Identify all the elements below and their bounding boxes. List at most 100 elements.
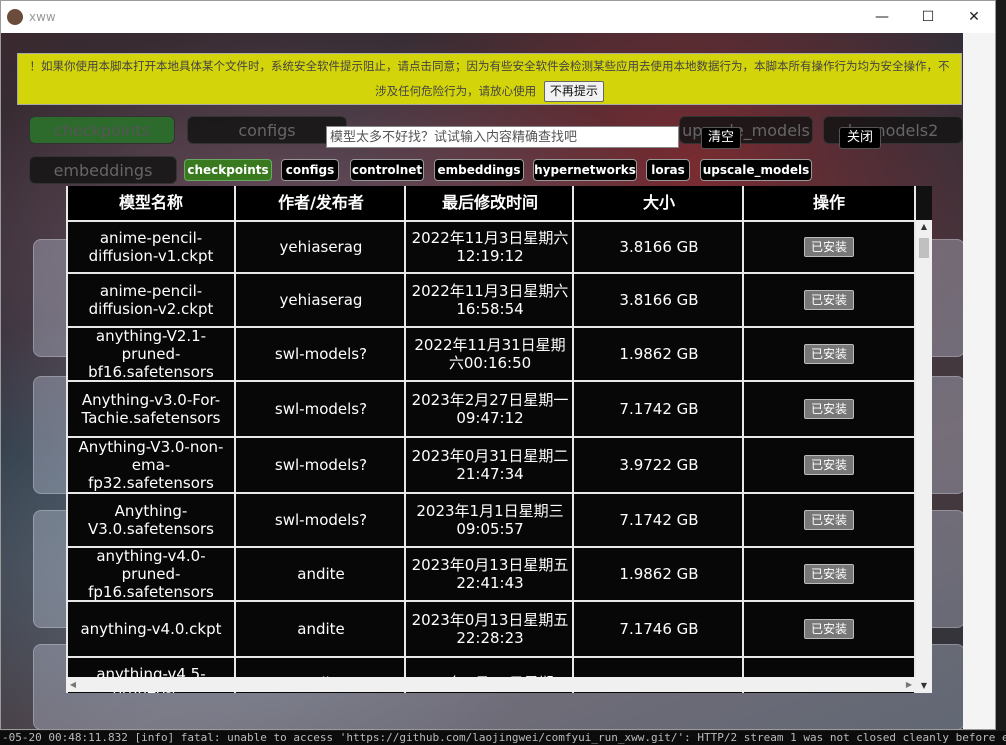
cell-author-text: swl-models? bbox=[274, 511, 368, 529]
cell-action: 已安装 bbox=[744, 602, 914, 656]
header-modified: 最后修改时间 bbox=[441, 193, 538, 212]
cell-model-name: anything-v4.0-pruned-fp16.safetensors bbox=[66, 547, 236, 601]
row-divider bbox=[66, 492, 916, 494]
table-row: anything-v4.0-pruned-fp16.safetensors and… bbox=[66, 547, 916, 601]
cell-modified-text: 2022年11月3日星期六12:19:12 bbox=[411, 229, 569, 265]
cell-model-name-text: Anything-V3.0.safetensors bbox=[88, 502, 214, 538]
scroll-down-icon[interactable]: ▼ bbox=[916, 679, 932, 693]
row-divider bbox=[66, 436, 916, 438]
installed-button[interactable]: 已安装 bbox=[803, 237, 854, 257]
tag-configs[interactable]: configs bbox=[281, 159, 339, 181]
installed-button[interactable]: 已安装 bbox=[803, 510, 854, 530]
scroll-up-icon[interactable]: ▲ bbox=[916, 220, 932, 234]
cell-action: 已安装 bbox=[744, 222, 914, 272]
cell-size: 1.9862 GB bbox=[574, 548, 744, 600]
row-divider bbox=[66, 326, 916, 328]
table-row: Anything-v3.0-For-Tachie.safetensors swl-… bbox=[66, 382, 916, 436]
cell-author-text: andite bbox=[297, 565, 345, 583]
header-author: 作者/发布者 bbox=[278, 193, 364, 212]
scroll-left-icon[interactable]: ◀ bbox=[66, 677, 80, 692]
cell-author: swl-models? bbox=[236, 438, 406, 492]
clear-search-button[interactable]: 清空 bbox=[701, 127, 741, 149]
table-row: Anything-V3.0.safetensors swl-models? 2023… bbox=[66, 494, 916, 546]
table-row: anime-pencil-diffusion-v1.ckpt yehiaserag… bbox=[66, 222, 916, 272]
installed-button[interactable]: 已安装 bbox=[803, 344, 854, 364]
maximize-button[interactable]: ☐ bbox=[905, 1, 951, 33]
side-strip bbox=[963, 33, 995, 729]
cell-author: yehiaserag bbox=[236, 274, 406, 326]
cell-model-name: anime-pencil-diffusion-v2.ckpt bbox=[66, 274, 236, 326]
row-divider bbox=[66, 600, 916, 602]
window-title: xww bbox=[29, 10, 56, 24]
app-icon bbox=[7, 9, 23, 25]
table-row: anime-pencil-diffusion-v2.ckpt yehiaserag… bbox=[66, 274, 916, 326]
row-divider bbox=[66, 656, 916, 658]
minimize-button[interactable]: — bbox=[859, 1, 905, 33]
cell-modified: 2023年0月13日星期五22:28:23 bbox=[406, 602, 574, 656]
cell-size: 3.8166 GB bbox=[574, 222, 744, 272]
table-row: anything-V2.1-pruned-bf16.safetensors swl… bbox=[66, 327, 916, 381]
cell-model-name: anything-v4.0.ckpt bbox=[66, 602, 236, 656]
header-size: 大小 bbox=[642, 193, 675, 212]
cell-modified-text: 2022年11月3日星期六16:58:54 bbox=[411, 282, 569, 318]
cell-action: 已安装 bbox=[744, 438, 914, 492]
tag-checkpoints[interactable]: checkpoints bbox=[184, 159, 272, 181]
model-table: 模型名称 作者/发布者 最后修改时间 大小 操作 anime-pencil-di… bbox=[66, 186, 916, 693]
column-divider bbox=[66, 186, 68, 693]
tag-embeddings[interactable]: embeddings bbox=[434, 159, 524, 181]
cell-modified-text: 2022年11月31日星期六00:16:50 bbox=[414, 336, 566, 372]
cell-size: 7.1746 GB bbox=[574, 602, 744, 656]
cell-size-text: 3.9722 GB bbox=[619, 456, 699, 474]
scroll-thumb[interactable] bbox=[919, 238, 929, 258]
installed-button[interactable]: 已安装 bbox=[803, 619, 854, 639]
close-panel-button[interactable]: 关闭 bbox=[839, 127, 881, 149]
cell-model-name: Anything-V3.0-non-ema-fp32.safetensors bbox=[66, 438, 236, 492]
console-log-line: -05-20 00:48:11.832 [info] fatal: unable… bbox=[0, 731, 1006, 745]
dismiss-warning-button[interactable]: 不再提示 bbox=[543, 81, 604, 102]
cell-action: 已安装 bbox=[744, 548, 914, 600]
installed-button[interactable]: 已安装 bbox=[803, 290, 854, 310]
cell-author-text: yehiaserag bbox=[279, 291, 363, 309]
cell-size: 3.9722 GB bbox=[574, 438, 744, 492]
big-tab-checkpoints[interactable]: checkpoints bbox=[29, 116, 175, 144]
tag-hypernetworks[interactable]: hypernetworks bbox=[533, 159, 637, 181]
row-divider bbox=[66, 272, 916, 274]
installed-button[interactable]: 已安装 bbox=[803, 399, 854, 419]
column-divider bbox=[404, 186, 406, 693]
header-action: 操作 bbox=[812, 193, 845, 212]
big-tab-upscale-models[interactable]: upscale_models bbox=[679, 116, 813, 144]
table-row: Anything-V3.0-non-ema-fp32.safetensors sw… bbox=[66, 438, 916, 492]
tag-controlnet[interactable]: controlnet bbox=[350, 159, 424, 181]
table-horizontal-scrollbar[interactable]: ◀ ▶ bbox=[66, 677, 916, 692]
model-search-input[interactable] bbox=[326, 126, 679, 148]
tag-loras[interactable]: loras bbox=[646, 159, 690, 181]
cell-author-text: andite bbox=[297, 620, 345, 638]
cell-modified: 2022年11月3日星期六16:58:54 bbox=[406, 274, 574, 326]
scroll-right-icon[interactable]: ▶ bbox=[902, 677, 916, 692]
tag-upscale-models[interactable]: upscale_models bbox=[700, 159, 812, 181]
table-vertical-scrollbar[interactable]: ▲ ▼ bbox=[916, 220, 932, 693]
cell-size-text: 7.1746 GB bbox=[619, 620, 699, 638]
big-tab-embeddings[interactable]: embeddings bbox=[29, 156, 177, 184]
cell-author: andite bbox=[236, 548, 406, 600]
row-divider bbox=[66, 380, 916, 382]
cell-model-name-text: anything-v4.0-pruned-fp16.safetensors bbox=[88, 547, 214, 601]
close-window-button[interactable]: ✕ bbox=[951, 1, 997, 33]
cell-action: 已安装 bbox=[744, 328, 914, 380]
cell-model-name-text: Anything-V3.0-non-ema-fp32.safetensors bbox=[78, 438, 224, 492]
table-row: anything-v4.0.ckpt andite 2023年0月13日星期五22:… bbox=[66, 602, 916, 656]
cell-action: 已安装 bbox=[744, 274, 914, 326]
cell-action: 已安装 bbox=[744, 382, 914, 436]
big-tab-configs[interactable]: configs bbox=[187, 116, 347, 144]
cell-size: 1.9862 GB bbox=[574, 328, 744, 380]
installed-button[interactable]: 已安装 bbox=[803, 455, 854, 475]
cell-model-name: Anything-v3.0-For-Tachie.safetensors bbox=[66, 382, 236, 436]
column-divider bbox=[234, 186, 236, 693]
installed-button[interactable]: 已安装 bbox=[803, 564, 854, 584]
cell-modified: 2023年0月31日星期二21:47:34 bbox=[406, 438, 574, 492]
cell-model-name-text: anything-V2.1-pruned-bf16.safetensors bbox=[88, 327, 214, 381]
cell-modified-text: 2023年0月13日星期五22:28:23 bbox=[411, 611, 569, 647]
cell-model-name: anything-V2.1-pruned-bf16.safetensors bbox=[66, 327, 236, 381]
cell-modified-text: 2023年1月1日星期三09:05:57 bbox=[416, 502, 564, 538]
cell-modified: 2022年11月3日星期六12:19:12 bbox=[406, 222, 574, 272]
